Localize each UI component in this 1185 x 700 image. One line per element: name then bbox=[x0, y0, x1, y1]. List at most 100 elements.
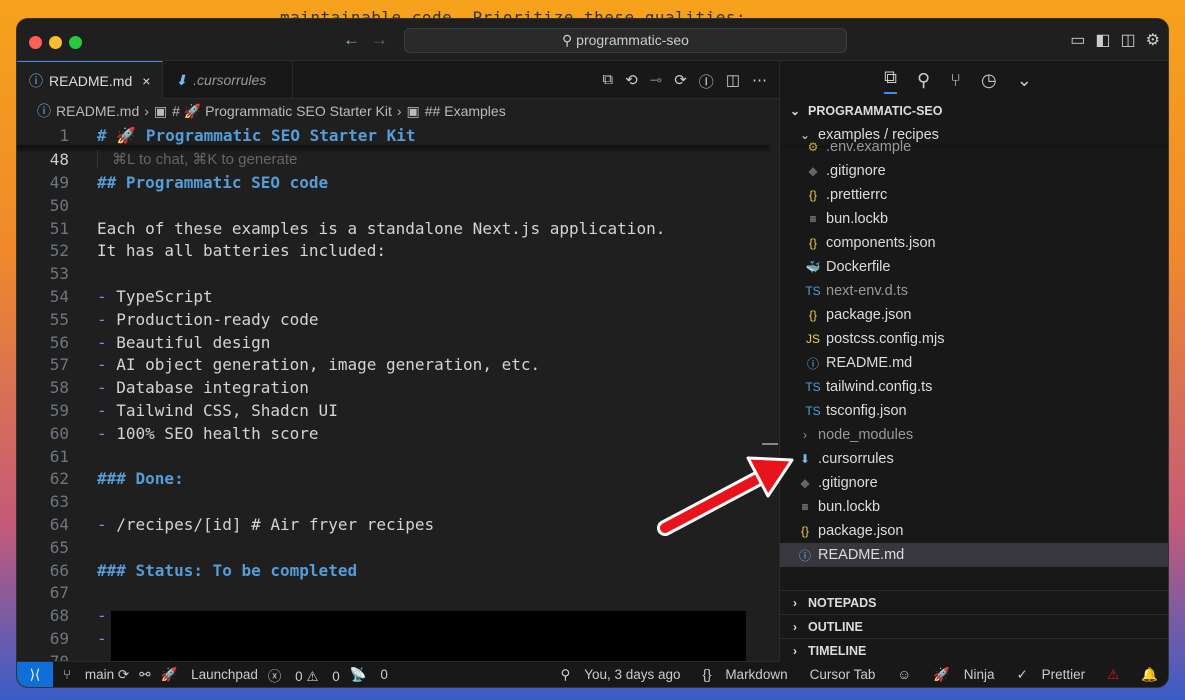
close-tab-icon[interactable]: × bbox=[142, 73, 150, 89]
code-line[interactable]: - /recipes/[id] # Air fryer recipes bbox=[97, 515, 434, 534]
code-line[interactable]: ## Programmatic SEO code bbox=[97, 173, 328, 192]
file-icon: 🐳 bbox=[805, 260, 821, 274]
line-text: /recipes/[id] # Air fryer recipes bbox=[116, 515, 435, 534]
tree-item[interactable]: ⬇ .cursorrules bbox=[780, 447, 1168, 471]
cursor-tab-item[interactable]: Cursor Tab bbox=[810, 667, 876, 683]
blame-item[interactable]: ⚲ You, 3 days ago bbox=[561, 667, 681, 683]
chevron-right-icon: › bbox=[396, 103, 402, 119]
file-name: package.json bbox=[818, 523, 904, 539]
code-line[interactable]: - Production-ready code bbox=[97, 310, 319, 329]
breadcrumb-item[interactable]: ## Examples bbox=[425, 103, 506, 119]
code-line[interactable]: - TypeScript bbox=[97, 287, 213, 306]
line-number: 57 bbox=[49, 355, 69, 375]
source-control-icon[interactable]: ⑂ bbox=[950, 70, 961, 91]
minimize-window-button[interactable] bbox=[49, 36, 62, 49]
tree-item[interactable]: TS tsconfig.json bbox=[780, 399, 1168, 423]
tree-item[interactable]: {} package.json bbox=[780, 303, 1168, 327]
tree-item[interactable]: 🐳 Dockerfile bbox=[780, 255, 1168, 279]
tree-item[interactable]: {} components.json bbox=[780, 231, 1168, 255]
close-window-button[interactable] bbox=[29, 36, 42, 49]
toggle-panel-icon[interactable]: ▭ bbox=[1070, 30, 1085, 50]
ai-hint: ⌘L to chat, ⌘K to generate bbox=[97, 150, 297, 168]
line-number: 64 bbox=[49, 515, 69, 534]
git-icon[interactable]: ⚯ bbox=[139, 667, 150, 683]
activity-bar: ⧉ ⚲ ⑂ ◷ ⌄ bbox=[764, 61, 1152, 99]
code-line[interactable]: ### Done: bbox=[97, 469, 184, 488]
back-button[interactable]: ← bbox=[343, 30, 360, 50]
file-icon: ≡ bbox=[809, 212, 817, 226]
tree-item[interactable]: ≡ bun.lockb bbox=[780, 207, 1168, 231]
breadcrumb-item[interactable]: # 🚀 Programmatic SEO Starter Kit bbox=[172, 103, 392, 120]
code-line[interactable]: Each of these examples is a standalone N… bbox=[97, 219, 665, 238]
code-line[interactable]: - Database integration bbox=[97, 378, 309, 397]
chevron-down-icon[interactable]: ⌄ bbox=[1017, 70, 1032, 91]
copilot-icon[interactable]: ☺ bbox=[897, 667, 911, 683]
line-number: 69 bbox=[49, 629, 69, 648]
info-icon: ⓘ bbox=[37, 103, 51, 119]
file-icon: TS bbox=[805, 284, 821, 298]
split-layout-icon[interactable]: ◫ bbox=[1121, 30, 1136, 50]
branch-label: main bbox=[84, 666, 115, 682]
tree-item[interactable]: ⓘ README.md bbox=[780, 543, 1168, 567]
toggle-sidebar-icon[interactable]: ◧ bbox=[1095, 30, 1110, 50]
command-center-search[interactable]: ⚲ programmatic-seo bbox=[404, 28, 847, 53]
code-line[interactable]: ### Status: To be completed bbox=[97, 561, 357, 580]
run-debug-icon[interactable]: ◷ bbox=[981, 70, 997, 91]
file-name: tsconfig.json bbox=[826, 403, 907, 419]
tree-item[interactable]: TS next-env.d.ts bbox=[780, 279, 1168, 303]
section-timeline[interactable]: › TIMELINE bbox=[780, 638, 1168, 662]
ninja-item[interactable]: 🚀 Ninja bbox=[933, 667, 994, 683]
gear-icon[interactable]: ⚙ bbox=[1146, 30, 1160, 50]
remote-icon[interactable]: ⟩⟨ bbox=[17, 661, 53, 687]
tree-item[interactable]: ⓘ README.md bbox=[780, 351, 1168, 375]
split-editor-icon[interactable]: ◫ bbox=[726, 71, 740, 92]
git-graph-icon[interactable]: Ⓘ bbox=[699, 71, 714, 92]
launchpad-item[interactable]: 🚀 Launchpad bbox=[161, 667, 258, 683]
explorer-icon[interactable]: ⧉ bbox=[884, 67, 898, 94]
tree-item[interactable]: TS tailwind.config.ts bbox=[780, 375, 1168, 399]
ninja-label: Ninja bbox=[963, 666, 995, 682]
file-name: .prettierrc bbox=[826, 187, 888, 203]
breadcrumb-item[interactable]: README.md bbox=[56, 103, 139, 119]
search-icon[interactable]: ⚲ bbox=[917, 70, 930, 91]
code-line[interactable]: - Tailwind CSS, Shadcn UI bbox=[97, 401, 338, 420]
sticky-heading[interactable]: # 🚀 Programmatic SEO Starter Kit bbox=[97, 126, 416, 145]
prettier-item[interactable]: ✓ Prettier bbox=[1017, 667, 1086, 683]
previous-change-icon[interactable]: ⟲ bbox=[625, 71, 638, 92]
section-notepads[interactable]: › NOTEPADS bbox=[780, 590, 1168, 614]
branch-item[interactable]: ⑂ main ⟳ bbox=[63, 667, 129, 683]
line-number: 67 bbox=[49, 583, 69, 603]
section-outline[interactable]: › OUTLINE bbox=[780, 614, 1168, 638]
tree-item[interactable]: ≡ bun.lockb bbox=[780, 495, 1168, 519]
tree-item[interactable]: ⚙ .env.example bbox=[780, 135, 1168, 159]
section-label: TIMELINE bbox=[808, 643, 867, 658]
zoom-window-button[interactable] bbox=[69, 36, 82, 49]
code-line[interactable]: - 100% SEO health score bbox=[97, 424, 319, 443]
tree-item[interactable]: ◆ .gitignore bbox=[780, 159, 1168, 183]
tab-cursorrules[interactable]: ⬇ .cursorrules bbox=[163, 61, 294, 99]
problems-item[interactable]: ⓧ 0 ⚠ 0 bbox=[268, 665, 340, 685]
tab-readme[interactable]: ⓘ README.md × bbox=[17, 61, 164, 99]
next-change-icon[interactable]: ⟳ bbox=[674, 71, 687, 92]
code-line[interactable]: - AI object generation, image generation… bbox=[97, 355, 540, 374]
line-number: 48 bbox=[49, 150, 69, 169]
scrollbar[interactable] bbox=[762, 443, 778, 445]
open-preview-icon[interactable]: ⧉ bbox=[602, 71, 613, 92]
tree-item[interactable]: {} package.json bbox=[780, 519, 1168, 543]
forward-button[interactable]: → bbox=[371, 30, 388, 50]
error-count: 0 bbox=[295, 668, 303, 684]
commit-icon[interactable]: ⊸ bbox=[650, 71, 663, 92]
line-number: 52 bbox=[49, 241, 69, 261]
warning-icon[interactable]: ⚠ bbox=[1107, 667, 1119, 683]
tree-item[interactable]: {} .prettierrc bbox=[780, 183, 1168, 207]
code-line[interactable]: It has all batteries included: bbox=[97, 241, 386, 260]
tree-item[interactable]: JS postcss.config.mjs bbox=[780, 327, 1168, 351]
tree-item[interactable]: ◆ .gitignore bbox=[780, 471, 1168, 495]
code-line[interactable]: - Beautiful design bbox=[97, 333, 270, 352]
bell-icon[interactable]: 🔔 bbox=[1141, 667, 1158, 683]
explorer-root[interactable]: ⌄ PROGRAMMATIC-SEO bbox=[780, 99, 1168, 123]
file-name: .gitignore bbox=[818, 475, 878, 491]
language-item[interactable]: {} Markdown bbox=[703, 667, 788, 683]
ports-item[interactable]: 📡 0 bbox=[350, 667, 388, 683]
tree-item[interactable]: › node_modules bbox=[780, 423, 1168, 447]
